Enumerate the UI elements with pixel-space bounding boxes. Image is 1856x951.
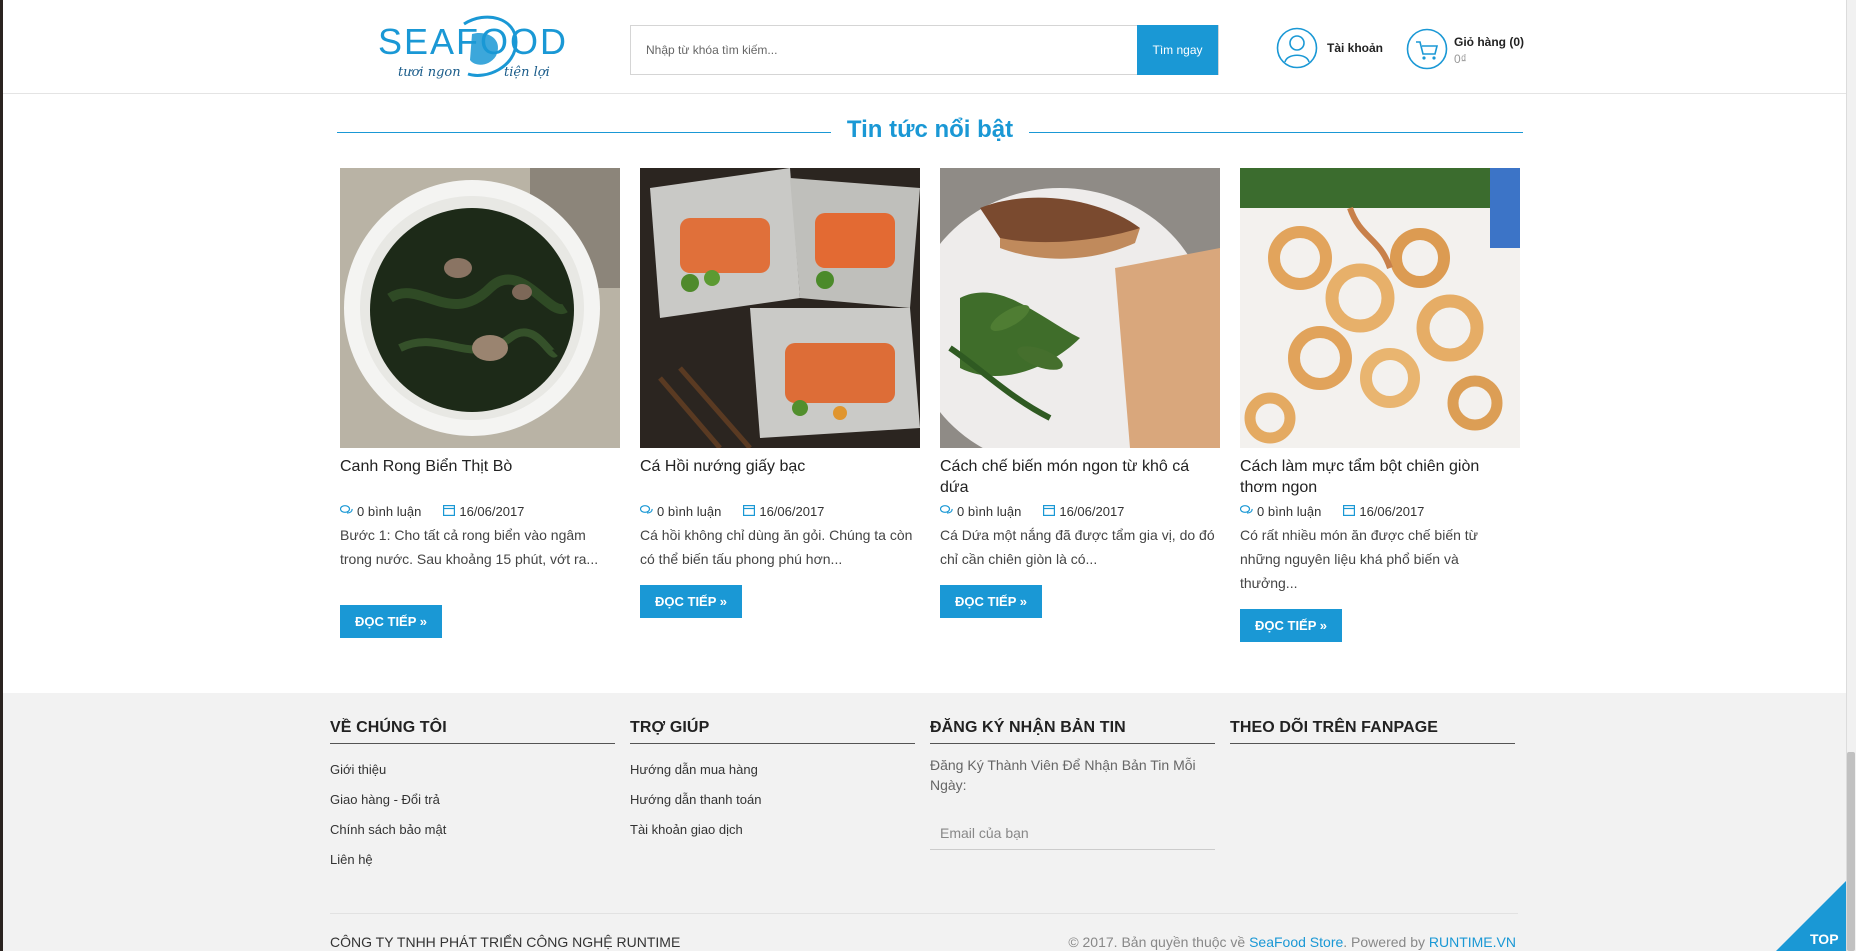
comment-count: 0 bình luận [657, 503, 722, 519]
calendar-icon [743, 504, 756, 519]
news-title[interactable]: Cá Hồi nướng giấy bạc [640, 456, 920, 498]
calendar-icon [443, 504, 456, 519]
news-card: Cách làm mực tẩm bột chiên giòn thơm ngo… [1239, 168, 1520, 642]
post-date: 16/06/2017 [759, 503, 825, 519]
footer-link-transaction-account[interactable]: Tài khoản giao dịch [630, 815, 915, 845]
post-date: 16/06/2017 [1359, 503, 1425, 519]
news-card: Canh Rong Biển Thịt Bò 0 bình luận 16/06… [339, 168, 620, 638]
footer-link-contact[interactable]: Liên hệ [330, 845, 615, 875]
site-footer: VỀ CHÚNG TÔI Giới thiệu Giao hàng - Đổi … [3, 693, 1846, 951]
cart-total: 0₫ [1454, 52, 1467, 66]
comments-icon [1239, 504, 1253, 519]
account-label[interactable]: Tài khoản [1327, 41, 1383, 55]
footer-link-about[interactable]: Giới thiệu [330, 755, 615, 785]
read-more-button[interactable]: ĐỌC TIẾP » [1240, 609, 1343, 642]
comments-icon [639, 504, 653, 519]
comment-count: 0 bình luận [1257, 503, 1322, 519]
footer-help: TRỢ GIÚP Hướng dẫn mua hàng Hướng dẫn th… [630, 719, 915, 845]
account-link[interactable]: Tài khoản [1276, 27, 1383, 69]
footer-newsletter: ĐĂNG KÝ NHẬN BẢN TIN Đăng Ký Thành Viên … [930, 719, 1215, 850]
scrollbar-thumb[interactable] [1847, 752, 1855, 951]
news-title[interactable]: Cách làm mực tẩm bột chiên giòn thơm ngo… [1240, 456, 1520, 498]
newsletter-description: Đăng Ký Thành Viên Để Nhận Bản Tin Mỗi N… [930, 757, 1196, 793]
news-image-grilled-salmon[interactable] [640, 168, 920, 448]
post-date: 16/06/2017 [459, 503, 525, 519]
cart-link[interactable]: Giỏ hàng (0) 0₫ [1406, 28, 1524, 70]
footer-newsletter-title: ĐĂNG KÝ NHẬN BẢN TIN [930, 719, 1215, 744]
footer-fanpage: THEO DÕI TRÊN FANPAGE [1230, 719, 1515, 744]
comments-icon [939, 504, 953, 519]
runtime-link[interactable]: RUNTIME.VN [1429, 934, 1516, 950]
cart-icon [1406, 28, 1448, 70]
cart-count: (0) [1509, 35, 1525, 49]
search-button[interactable]: Tìm ngay [1137, 25, 1218, 75]
news-meta: 0 bình luận 16/06/2017 [339, 502, 620, 520]
read-more-button[interactable]: ĐỌC TIẾP » [340, 605, 443, 638]
section-title: Tin tức nổi bật [337, 116, 1523, 144]
news-image-fried-squid[interactable] [1240, 168, 1520, 448]
calendar-icon [1043, 504, 1056, 519]
comments-icon [339, 504, 353, 519]
footer-divider [330, 913, 1518, 914]
news-image-dried-fish[interactable] [940, 168, 1220, 448]
news-image-seaweed-soup[interactable] [340, 168, 620, 448]
footer-link-payment-guide[interactable]: Hướng dẫn thanh toán [630, 785, 915, 815]
news-card: Cách chế biến món ngon từ khô cá dứa 0 b… [939, 168, 1220, 618]
footer-help-title: TRỢ GIÚP [630, 719, 915, 744]
news-excerpt: Bước 1: Cho tất cả rong biển vào ngâm tr… [340, 527, 599, 567]
news-meta: 0 bình luận 16/06/2017 [939, 502, 1220, 520]
seafood-logo[interactable]: SEAFOOD tươi ngon tiện lợi [376, 12, 574, 86]
featured-news-header: Tin tức nổi bật [337, 112, 1523, 152]
user-icon [1276, 27, 1318, 69]
footer-link-shipping[interactable]: Giao hàng - Đổi trả [330, 785, 615, 815]
news-card: Cá Hồi nướng giấy bạc 0 bình luận 16/06/… [639, 168, 920, 618]
store-link[interactable]: SeaFood Store [1249, 934, 1343, 950]
news-excerpt: Cá hồi không chỉ dùng ăn gỏi. Chúng ta c… [640, 527, 913, 567]
calendar-icon [1343, 504, 1356, 519]
footer-link-privacy[interactable]: Chính sách bảo mật [330, 815, 615, 845]
newsletter-email-input[interactable] [930, 816, 1215, 850]
footer-about-title: VỀ CHÚNG TÔI [330, 719, 615, 744]
site-header: SEAFOOD tươi ngon tiện lợi Tìm ngay Tài … [3, 0, 1846, 94]
cart-title: Giỏ hàng (0) [1454, 35, 1525, 49]
svg-text:tươi ngon: tươi ngon [398, 65, 461, 80]
back-to-top-button[interactable]: TOP [1776, 881, 1846, 951]
copyright: © 2017. Bản quyền thuộc về SeaFood Store… [1068, 934, 1516, 950]
read-more-button[interactable]: ĐỌC TIẾP » [940, 585, 1043, 618]
comment-count: 0 bình luận [957, 503, 1022, 519]
news-title[interactable]: Canh Rong Biển Thịt Bò [340, 456, 620, 498]
news-meta: 0 bình luận 16/06/2017 [1239, 502, 1520, 520]
comment-count: 0 bình luận [357, 503, 422, 519]
company-name: CÔNG TY TNHH PHÁT TRIỂN CÔNG NGHỆ RUNTIM… [330, 934, 681, 950]
search-input[interactable] [631, 26, 1137, 74]
news-title[interactable]: Cách chế biến món ngon từ khô cá dứa [940, 456, 1220, 498]
news-excerpt: Có rất nhiều món ăn được chế biến từ nhữ… [1240, 527, 1479, 591]
post-date: 16/06/2017 [1059, 503, 1125, 519]
footer-link-buying-guide[interactable]: Hướng dẫn mua hàng [630, 755, 915, 785]
svg-text:tiện lợi: tiện lợi [504, 65, 550, 80]
search-form: Tìm ngay [630, 25, 1219, 75]
news-excerpt: Cá Dứa một nắng đã được tẩm gia vị, do đ… [940, 527, 1215, 567]
read-more-button[interactable]: ĐỌC TIẾP » [640, 585, 743, 618]
svg-text:TOP: TOP [1810, 931, 1839, 947]
footer-about: VỀ CHÚNG TÔI Giới thiệu Giao hàng - Đổi … [330, 719, 615, 875]
news-meta: 0 bình luận 16/06/2017 [639, 502, 920, 520]
footer-fanpage-title: THEO DÕI TRÊN FANPAGE [1230, 719, 1515, 744]
